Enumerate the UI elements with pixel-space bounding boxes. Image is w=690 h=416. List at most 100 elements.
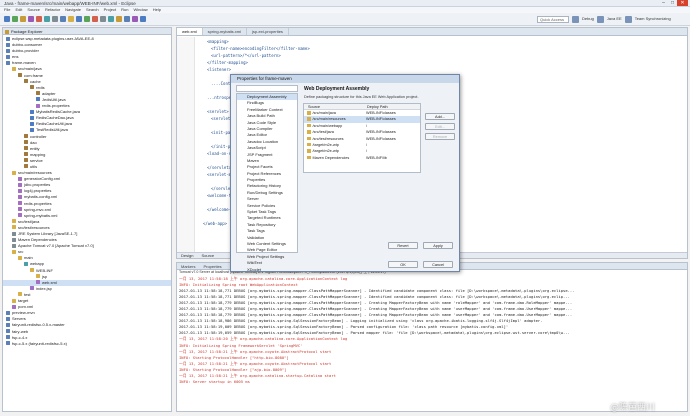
maximize-button[interactable]: □ <box>668 0 677 6</box>
toolbar: Quick Access Debug Java EE Team Synchroniz… <box>0 13 690 26</box>
tree-item-label: main <box>24 255 33 261</box>
toolbar-icon[interactable] <box>68 16 74 22</box>
toolbar-icon[interactable] <box>20 16 26 22</box>
cancel-button[interactable]: Cancel <box>423 261 453 268</box>
tree-item-label: target <box>18 298 29 304</box>
java-icon <box>30 109 34 114</box>
toolbar-icon[interactable] <box>116 16 122 22</box>
tree-item-label: index.jsp <box>36 285 52 291</box>
column-deploy-path[interactable]: Deploy Path <box>363 104 420 109</box>
tree-item-label: dubbo-consumer <box>12 42 43 48</box>
editor-tab[interactable]: jsp-ext-properties <box>247 28 289 35</box>
tree-item-label: ens <box>12 54 19 60</box>
tree-item-label: mybatis-config.xml <box>24 194 58 200</box>
toolbar-icon[interactable] <box>76 16 82 22</box>
tree-item-label: JRE System Library [JavaSE-1.7] <box>18 231 78 236</box>
xml-icon <box>18 194 22 199</box>
tree-item-label: fsp-c-4.x <box>12 334 28 340</box>
lib-icon <box>12 237 16 242</box>
table-row[interactable]: Maven Dependencies WEB-INF/lib <box>304 155 420 161</box>
toolbar-icon[interactable] <box>84 16 90 22</box>
revert-button[interactable]: Revert <box>388 242 418 249</box>
ok-button[interactable]: OK <box>388 261 418 268</box>
editor-mode-tab[interactable]: Design <box>177 253 197 258</box>
package-explorer-title: Package Explorer <box>11 29 43 34</box>
tree-item-label: Maven Dependencies <box>18 237 57 243</box>
property-page-item[interactable]: XDoclet <box>237 267 297 273</box>
tree-item-label: src/main/resources <box>18 170 52 176</box>
close-button[interactable]: ✕ <box>677 0 688 6</box>
console-line: INFO: Server startup in 6005 ms <box>179 378 250 384</box>
perspective-1[interactable]: Java EE <box>607 15 622 23</box>
perspective-0[interactable]: Debug <box>582 15 594 23</box>
xml-icon <box>18 213 22 218</box>
tree-item-label: generatorConfig.xml <box>24 176 61 182</box>
toolbar-icon[interactable] <box>4 16 10 22</box>
toolbar-icon[interactable] <box>60 16 66 22</box>
xml-icon <box>12 304 16 309</box>
toolbar-icon[interactable] <box>36 16 42 22</box>
remove-button[interactable]: Remove <box>425 133 455 140</box>
pkg-icon <box>18 73 22 78</box>
apply-button[interactable]: Apply <box>423 242 453 249</box>
source-value: /src/main/webapp <box>312 123 343 128</box>
deployment-assembly-page: Web Deployment Assembly Define packaging… <box>303 85 457 271</box>
tree-item-label: fairy-web <box>12 328 29 334</box>
editor-tab[interactable]: spring-mybatis.xml <box>203 28 248 35</box>
folder-icon <box>307 155 311 160</box>
tree-item-label: service <box>30 157 43 163</box>
proj-icon <box>6 54 10 59</box>
toolbar-icon[interactable] <box>44 16 50 22</box>
toolbar-icon[interactable] <box>124 16 130 22</box>
web-icon <box>24 261 28 266</box>
quick-access-input[interactable]: Quick Access <box>537 16 569 23</box>
editor-tab[interactable]: web.xml <box>177 28 203 35</box>
edit-button[interactable]: Edit... <box>425 123 455 130</box>
toolbar-icon[interactable] <box>132 16 138 22</box>
package-explorer: Package Explorer eclipse.wsp.metadata.pl… <box>2 27 172 412</box>
folder-icon <box>12 219 16 224</box>
package-explorer-tab[interactable]: Package Explorer <box>3 28 171 35</box>
column-source[interactable]: Source <box>304 104 363 109</box>
folder-icon <box>12 66 16 71</box>
tree-item-label: src/main/java <box>18 66 42 72</box>
add-button[interactable]: Add... <box>425 113 455 120</box>
perspective-2[interactable]: Team Synchronizing <box>635 15 671 23</box>
source-value: /src/test/resources <box>312 136 344 141</box>
folder-icon <box>307 142 311 147</box>
dialog-title: Properties for frame-maven <box>231 75 459 83</box>
tree-item[interactable]: fsp-c-5.x (fairyunit-redisfsc-5.x) <box>3 341 171 347</box>
filter-input[interactable] <box>236 85 298 92</box>
toolbar-icon[interactable] <box>52 16 58 22</box>
tree-item-label: spring-mybatis.xml <box>24 212 58 218</box>
proj-icon <box>6 42 10 47</box>
toolbar-icon[interactable] <box>108 16 114 22</box>
toolbar-icon[interactable] <box>140 16 146 22</box>
project-tree: eclipse.wsp.metadata.plugins.user.JAVA-E… <box>3 36 171 411</box>
tree-item-label: dao <box>30 139 37 145</box>
toolbar-icon[interactable] <box>100 16 106 22</box>
minimize-button[interactable]: – <box>659 0 668 6</box>
title-bar: Java - frame-maven/src/main/webapp/WEB-I… <box>0 0 690 7</box>
assembly-table: Source Deploy Path /src/main/java WEB-INF… <box>303 103 421 173</box>
java-icon <box>30 127 34 132</box>
folder-icon <box>12 249 16 254</box>
pkg-icon <box>24 79 28 84</box>
xml-icon <box>18 176 22 181</box>
xml-icon <box>18 201 22 206</box>
tree-item-label: src/test/resources <box>18 224 50 230</box>
toolbar-icon[interactable] <box>12 16 18 22</box>
toolbar-icon[interactable] <box>28 16 34 22</box>
toolbar-icon[interactable] <box>92 16 98 22</box>
tree-item-label: eclipse.wsp.metadata.plugins.user.JAVA-E… <box>12 36 94 41</box>
code-line: </filter-mapping> <box>207 60 248 65</box>
folder-icon <box>18 255 22 260</box>
perspective-icon <box>596 15 604 23</box>
console-tab[interactable]: Properties <box>199 263 225 269</box>
source-value: /target/m2e-wtp <box>312 142 339 147</box>
proj-icon <box>6 329 10 333</box>
console-output[interactable]: 一月 13, 2017 11:58:18 上午 org.apache.catal… <box>177 276 687 411</box>
editor-mode-tab[interactable]: Source <box>197 253 218 258</box>
tree-item-label: com.frame <box>24 72 43 78</box>
console-tab[interactable]: Markers <box>177 263 199 269</box>
